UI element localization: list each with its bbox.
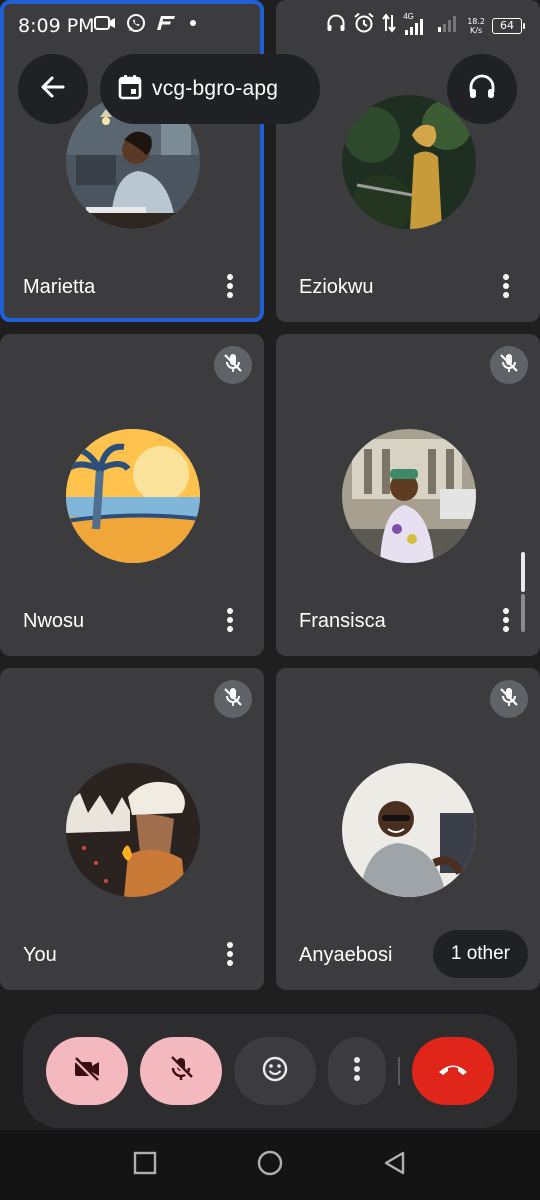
participant-tile-nwosu[interactable]: Nwosu [0,334,264,656]
participant-tile-you[interactable]: You [0,668,264,990]
call-control-bar [23,1014,517,1128]
more-vert-icon [502,273,510,304]
camera-off-icon [72,1056,102,1087]
camera-toggle-button[interactable] [46,1037,128,1105]
audio-output-button[interactable] [447,54,517,124]
net-speed-value: 18.2 [467,16,485,26]
more-options-button[interactable] [328,1037,386,1105]
data-transfer-icon [382,13,396,38]
other-participants-chip[interactable]: 1 other [432,930,528,978]
participant-name: Anyaebosi [299,944,393,966]
mic-off-icon [222,352,244,379]
end-call-button[interactable] [412,1037,494,1105]
participant-options-button[interactable] [218,272,242,304]
mic-toggle-button[interactable] [140,1037,222,1105]
back-button[interactable] [18,54,88,124]
more-vert-icon [353,1056,361,1087]
participant-name: You [23,944,57,966]
video-camera-icon [94,15,116,36]
muted-badge [214,680,252,718]
avatar [66,429,200,563]
participant-options-button[interactable] [494,606,518,638]
whatsapp-icon [126,13,146,38]
net-speed-unit: K/s [470,25,483,35]
more-vert-icon [226,607,234,638]
avatar [342,95,476,229]
participant-options-button[interactable] [218,606,242,638]
avatar [342,763,476,897]
recent-apps-icon[interactable] [132,1150,158,1181]
arrow-left-icon [39,73,67,106]
control-divider [398,1057,400,1085]
muted-badge [214,346,252,384]
dot-icon [186,16,200,35]
app-notification-icon [156,15,176,36]
mic-off-icon [222,686,244,713]
participant-name: Eziokwu [299,276,374,298]
reactions-button[interactable] [234,1037,316,1105]
alarm-icon [353,12,375,39]
participant-name: Fransisca [299,610,386,632]
more-vert-icon [502,607,510,638]
participant-name: Nwosu [23,610,85,632]
net-speed: 18.2 K/s [467,17,485,35]
participant-options-button[interactable] [218,940,242,972]
more-vert-icon [226,273,234,304]
participant-tile-anyaebosi[interactable]: Anyaebosi 1 other [276,668,540,990]
mic-off-icon [498,686,520,713]
avatar [66,763,200,897]
muted-badge [490,346,528,384]
emoji-icon [261,1055,289,1088]
meeting-code: vcg-bgro-apg [152,77,279,100]
back-icon[interactable] [382,1150,408,1181]
status-right-icons: 4G 18.2 K/s 64 [326,12,525,39]
headphones-icon [326,13,346,38]
scroll-track [521,594,525,632]
end-call-icon [437,1061,469,1082]
headphones-icon [467,72,497,107]
avatar [342,429,476,563]
status-time: 8:09 PM [18,15,95,37]
signal-icon: 4G [403,12,429,36]
status-left-icons [94,13,200,38]
scroll-thumb[interactable] [521,552,525,592]
more-vert-icon [226,941,234,972]
calendar-icon [118,74,142,105]
signal-weak-icon [436,13,460,38]
meeting-info-chip[interactable]: vcg-bgro-apg [100,54,320,124]
muted-badge [490,680,528,718]
participant-name: Marietta [23,276,96,298]
participant-tile-fransisca[interactable]: Fransisca [276,334,540,656]
system-nav-bar [0,1130,540,1200]
mic-off-icon [498,352,520,379]
home-icon[interactable] [256,1149,284,1182]
battery-indicator: 64 [492,17,525,34]
mic-off-icon [168,1055,194,1088]
status-bar: 8:09 PM 4G 18.2 K/s 64 [0,0,540,52]
participant-options-button[interactable] [494,272,518,304]
